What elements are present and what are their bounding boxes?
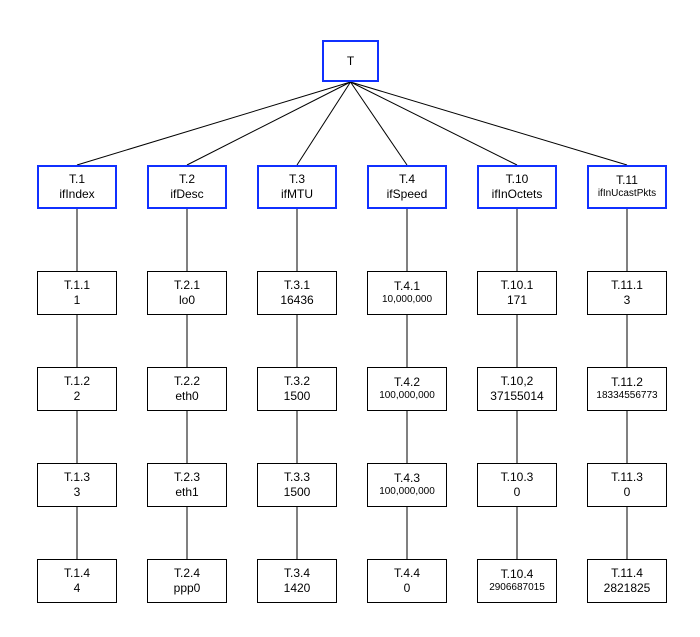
leaf-node: T.1.44: [37, 559, 117, 603]
leaf-id: T.4.2: [394, 375, 420, 390]
leaf-node: T.11.30: [587, 463, 667, 507]
leaf-node: T.2.3eth1: [147, 463, 227, 507]
leaf-value: 0: [404, 581, 411, 596]
leaf-value: 100,000,000: [379, 390, 435, 403]
leaf-value: 1500: [284, 389, 311, 404]
leaf-node: T.4.2100,000,000: [367, 367, 447, 411]
leaf-id: T.3.3: [284, 470, 310, 485]
leaf-value: 1420: [284, 581, 311, 596]
leaf-id: T.1.2: [64, 374, 90, 389]
leaf-node: T.1.33: [37, 463, 117, 507]
leaf-id: T.10.4: [501, 567, 534, 582]
leaf-id: T.2.2: [174, 374, 200, 389]
leaf-value: lo0: [179, 293, 195, 308]
root-node: T: [322, 40, 379, 82]
leaf-node: T.10.1171: [477, 271, 557, 315]
leaf-id: T.11.1: [611, 278, 643, 293]
column-name: ifDesc: [170, 187, 203, 202]
leaf-value: ppp0: [174, 581, 201, 596]
connector-lines: [0, 0, 700, 637]
column-name: ifInUcastPkts: [598, 188, 656, 201]
leaf-node: T.4.110,000,000: [367, 271, 447, 315]
leaf-id: T.10,2: [501, 374, 534, 389]
leaf-value: 0: [514, 485, 521, 500]
column-header: T.4 ifSpeed: [367, 165, 447, 209]
leaf-id: T.2.4: [174, 566, 200, 581]
column-header: T.11 ifInUcastPkts: [587, 165, 667, 209]
leaf-id: T.3.4: [284, 566, 310, 581]
leaf-id: T.2.1: [174, 278, 200, 293]
column-id: T.4: [399, 172, 415, 187]
column-id: T.2: [179, 172, 195, 187]
leaf-value: 3: [74, 485, 81, 500]
leaf-id: T.4.4: [394, 566, 420, 581]
column-id: T.3: [289, 172, 305, 187]
column-header: T.3 ifMTU: [257, 165, 337, 209]
column-id: T.11: [616, 173, 638, 188]
leaf-id: T.11.4: [611, 566, 643, 581]
diagram-canvas: T T.1 ifIndex T.2 ifDesc T.3 ifMTU T.4 i…: [0, 0, 700, 637]
column-name: ifSpeed: [387, 187, 428, 202]
leaf-node: T.3.21500: [257, 367, 337, 411]
column-header: T.1 ifIndex: [37, 165, 117, 209]
leaf-node: T.3.31500: [257, 463, 337, 507]
column-name: ifInOctets: [492, 187, 543, 202]
leaf-id: T.11.3: [611, 470, 643, 485]
leaf-node: T.10.42906687015: [477, 559, 557, 603]
leaf-id: T.1.3: [64, 470, 90, 485]
column-id: T.1: [69, 172, 85, 187]
leaf-value: 2: [74, 389, 81, 404]
leaf-node: T.4.3100,000,000: [367, 463, 447, 507]
leaf-id: T.2.3: [174, 470, 200, 485]
column-header: T.2 ifDesc: [147, 165, 227, 209]
leaf-node: T.2.1lo0: [147, 271, 227, 315]
leaf-id: T.4.1: [394, 279, 420, 294]
leaf-value: 4: [74, 581, 81, 596]
leaf-value: 16436: [280, 293, 313, 308]
leaf-node: T.11.218334556773: [587, 367, 667, 411]
leaf-node: T.3.116436: [257, 271, 337, 315]
leaf-id: T.3.1: [284, 278, 310, 293]
root-label: T: [347, 54, 354, 69]
leaf-value: eth0: [175, 389, 198, 404]
leaf-id: T.4.3: [394, 471, 420, 486]
leaf-node: T.1.11: [37, 271, 117, 315]
column-name: ifIndex: [59, 187, 94, 202]
leaf-value: 1: [74, 293, 81, 308]
leaf-node: T.2.4ppp0: [147, 559, 227, 603]
leaf-value: 171: [507, 293, 527, 308]
leaf-value: 2906687015: [489, 582, 545, 595]
leaf-node: T.11.42821825: [587, 559, 667, 603]
leaf-node: T.4.40: [367, 559, 447, 603]
leaf-id: T.1.1: [64, 278, 90, 293]
leaf-value: 18334556773: [596, 390, 657, 403]
column-id: T.10: [506, 172, 529, 187]
leaf-node: T.11.13: [587, 271, 667, 315]
leaf-value: 0: [624, 485, 631, 500]
leaf-node: T.10,237155014: [477, 367, 557, 411]
leaf-value: 2821825: [604, 581, 651, 596]
leaf-id: T.3.2: [284, 374, 310, 389]
leaf-id: T.1.4: [64, 566, 90, 581]
leaf-id: T.11.2: [611, 375, 643, 390]
leaf-id: T.10.3: [501, 470, 534, 485]
leaf-value: eth1: [175, 485, 198, 500]
leaf-value: 3: [624, 293, 631, 308]
leaf-value: 1500: [284, 485, 311, 500]
column-name: ifMTU: [281, 187, 313, 202]
column-header: T.10 ifInOctets: [477, 165, 557, 209]
leaf-value: 37155014: [490, 389, 543, 404]
leaf-node: T.2.2eth0: [147, 367, 227, 411]
leaf-node: T.1.22: [37, 367, 117, 411]
leaf-node: T.10.30: [477, 463, 557, 507]
leaf-id: T.10.1: [501, 278, 534, 293]
leaf-node: T.3.41420: [257, 559, 337, 603]
leaf-value: 10,000,000: [382, 294, 432, 307]
leaf-value: 100,000,000: [379, 486, 435, 499]
